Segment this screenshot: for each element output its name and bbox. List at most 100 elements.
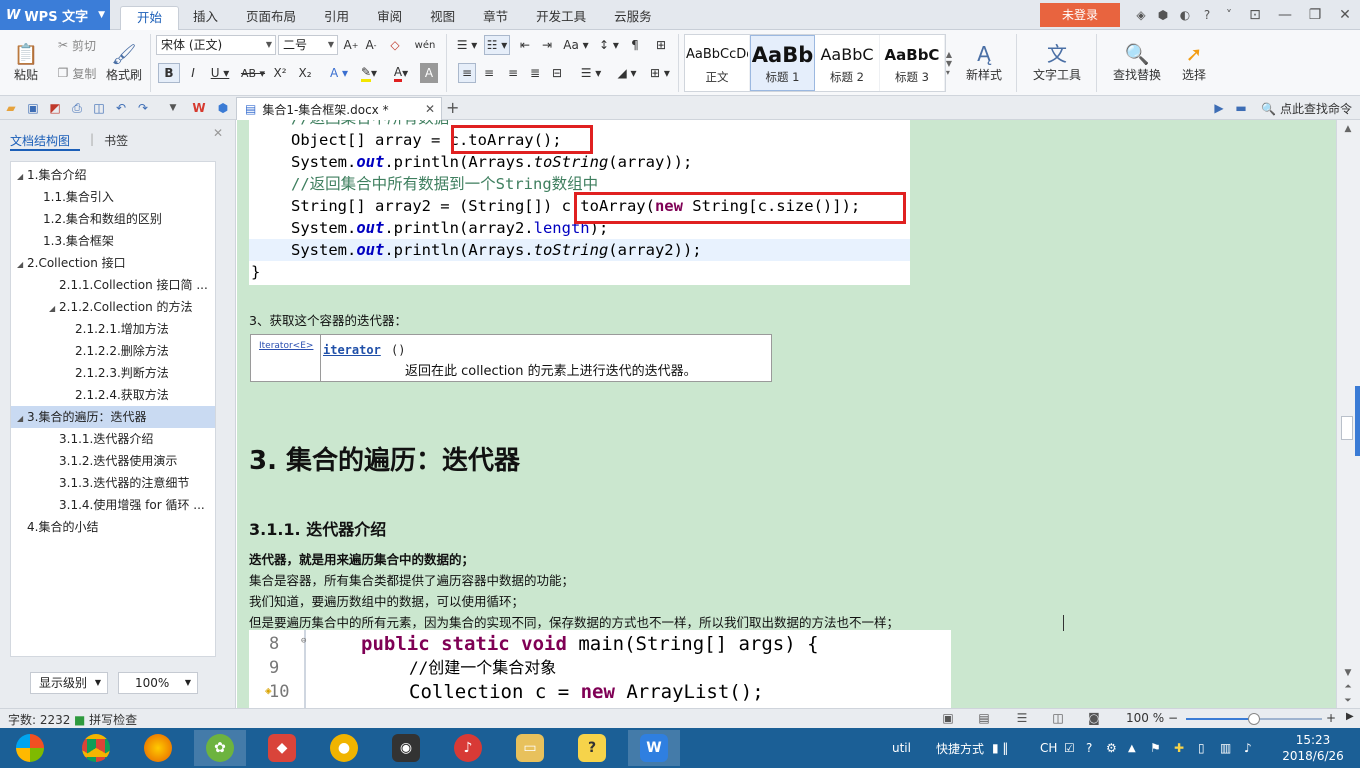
style-normal[interactable]: AaBbCcDd 正文 [685,35,750,91]
document-tab[interactable]: ▤ 集合1-集合框架.docx * ✕ [236,97,442,120]
taskbar-help[interactable]: ? [566,730,618,766]
export-pdf-icon[interactable]: ◩ [46,99,64,117]
tab-review[interactable]: 审阅 [363,6,416,30]
outline-item[interactable]: 3.1.2.迭代器使用演示 [11,450,215,472]
increase-indent-icon[interactable]: ⇥ [538,35,556,55]
format-painter-button[interactable]: 🖌 格式刷 [102,34,146,90]
taskbar-firefox[interactable] [132,730,184,766]
char-shading-button[interactable]: A [420,63,438,83]
tab-chapter[interactable]: 章节 [469,6,522,30]
bold-button[interactable]: B [158,63,180,83]
api-method-link[interactable]: iterator [323,343,381,357]
app-menu-button[interactable]: W WPS 文字 ▼ [0,0,110,30]
select-button[interactable]: ➚ 选择 [1172,34,1216,90]
scroll-down-icon[interactable]: ▼ [1341,668,1355,678]
tray-battery-icon[interactable]: ▯ [1198,728,1205,768]
spell-check-toggle[interactable]: ■ 拼写检查 [74,711,137,728]
collapse-triangle-icon[interactable]: ◢ [49,298,59,318]
outline-item[interactable]: 3.1.3.迭代器的注意细节 [11,472,215,494]
zoom-slider[interactable] [1186,713,1322,725]
scrollbar-thumb[interactable] [1341,416,1353,440]
tab-document-outline[interactable]: 文档结构图 [10,132,81,151]
style-heading-3[interactable]: AaBbC 标题 3 [880,35,945,91]
paste-button[interactable]: 📋 粘贴 [6,34,46,90]
system-clock[interactable]: 15:23 2018/6/26 [1278,732,1348,764]
zoom-in-icon[interactable]: + [1326,711,1336,725]
cut-button[interactable]: ✂ 剪切 [52,34,102,56]
tab-cloud[interactable]: 云服务 [600,6,666,30]
numbering-button[interactable]: ☷ ▾ [484,35,510,55]
zoom-out-icon[interactable]: − [1168,711,1178,725]
tray-check-icon[interactable]: ☑ [1064,728,1075,768]
tab-view[interactable]: 视图 [416,6,469,30]
collapse-triangle-icon[interactable]: ◢ [17,408,27,428]
document-area[interactable]: //返回集合中所有数据 Object[] array = c.toArray()… [237,120,1336,708]
subscript-button[interactable]: X₂ [294,63,316,83]
align-right-button[interactable]: ≡ [504,63,522,83]
vertical-scrollbar[interactable]: ▲ ▼ ⏶ ⏷ [1336,120,1360,708]
display-level-select[interactable]: 显示级别 ▼ [30,672,108,694]
outline-item[interactable]: 3.1.1.迭代器介绍 [11,428,215,450]
page-view-icon[interactable]: ▤ [976,711,992,725]
prev-page-icon[interactable]: ⏶ [1341,682,1355,692]
line-spacing-button[interactable]: ☰ ▾ [576,63,606,83]
show-marks-icon[interactable]: ¶ [626,35,644,55]
copy-button[interactable]: ❐ 复制 [52,62,102,84]
save-icon[interactable]: ▣ [24,99,42,117]
table-icon[interactable]: ⊞ [652,35,670,55]
show-hidden-icons[interactable]: ▲ [1128,728,1136,768]
font-size-select[interactable]: 二号 ▼ [278,35,338,55]
taskbar-qq[interactable]: ● [318,730,370,766]
find-replace-button[interactable]: 🔍 查找替换 [1104,34,1170,90]
taskbar-spring-tool[interactable]: ✿ [194,730,246,766]
fullscreen-icon[interactable]: ▣ [940,711,956,725]
font-name-select[interactable]: 宋体 (正文) ▼ [156,35,276,55]
sort-icon[interactable]: ↕ ▾ [596,35,622,55]
outline-item[interactable]: 2.1.2.1.增加方法 [11,318,215,340]
strikethrough-button[interactable]: AB ▾ [238,63,268,83]
scroll-up-icon[interactable]: ▲ [1341,124,1355,134]
ime-indicator[interactable]: CH [1040,728,1057,768]
outline-item[interactable]: 1.3.集合框架 [11,230,215,252]
undo-icon[interactable]: ↶ [112,99,130,117]
file-tools-icon[interactable]: ▶ [1210,99,1228,117]
outline-item[interactable]: ◢ 2.1.2.Collection 的方法 [11,296,215,318]
tray-help-icon[interactable]: ? [1086,728,1092,768]
style-heading-2[interactable]: AaBbC 标题 2 [815,35,880,91]
outline-item[interactable]: ◢ 2.Collection 接口 [11,252,215,274]
command-search[interactable]: 🔍 点此查找命令 [1261,100,1352,117]
font-color-button[interactable]: A ▾ [388,63,414,83]
italic-button[interactable]: I [184,63,202,83]
tab-developer[interactable]: 开发工具 [522,6,600,30]
outline-item[interactable]: ◢ 1.集合介绍 [11,164,215,186]
underline-button[interactable]: U ▾ [206,63,234,83]
taskbar-app-red[interactable]: ◆ [256,730,308,766]
clear-format-icon[interactable]: ◇ [386,35,404,55]
taskbar-explorer[interactable]: ▭ [504,730,556,766]
nav-zoom-select[interactable]: 100% ▼ [118,672,198,694]
web-view-icon[interactable]: ◫ [1050,711,1066,725]
text-effect-button[interactable]: A ▾ [326,63,352,83]
tray-folder-icon[interactable]: ▮ ‖ [992,728,1008,768]
close-button[interactable]: ✕ [1330,7,1360,23]
open-folder-icon[interactable]: ▰ [2,99,20,117]
skin-icon[interactable]: ◈ [1130,8,1152,22]
superscript-button[interactable]: X² [270,63,290,83]
next-page-icon[interactable]: ⏷ [1341,696,1355,706]
wps-home-icon[interactable]: W [190,99,208,117]
outline-item[interactable]: 2.1.2.4.获取方法 [11,384,215,406]
status-expand-icon[interactable]: ▶ [1346,711,1354,722]
highlight-button[interactable]: ✎ ▾ [354,63,384,83]
tab-page-layout[interactable]: 页面布局 [232,6,310,30]
justify-button[interactable]: ≣ [526,63,544,83]
tab-home[interactable]: 开始 [120,6,180,30]
grow-font-icon[interactable]: A + [342,35,360,55]
text-tools-button[interactable]: 文 文字工具 [1024,34,1090,90]
borders-button[interactable]: ⊞ ▾ [646,63,674,83]
tray-security-icon[interactable]: ✚ [1174,728,1184,768]
outline-item[interactable]: 1.2.集合和数组的区别 [11,208,215,230]
style-heading-1[interactable]: AaBb 标题 1 [750,35,815,91]
tab-insert[interactable]: 插入 [179,6,232,30]
collapse-icon[interactable]: ▬ [1232,99,1250,117]
shrink-font-icon[interactable]: A- [362,35,380,55]
